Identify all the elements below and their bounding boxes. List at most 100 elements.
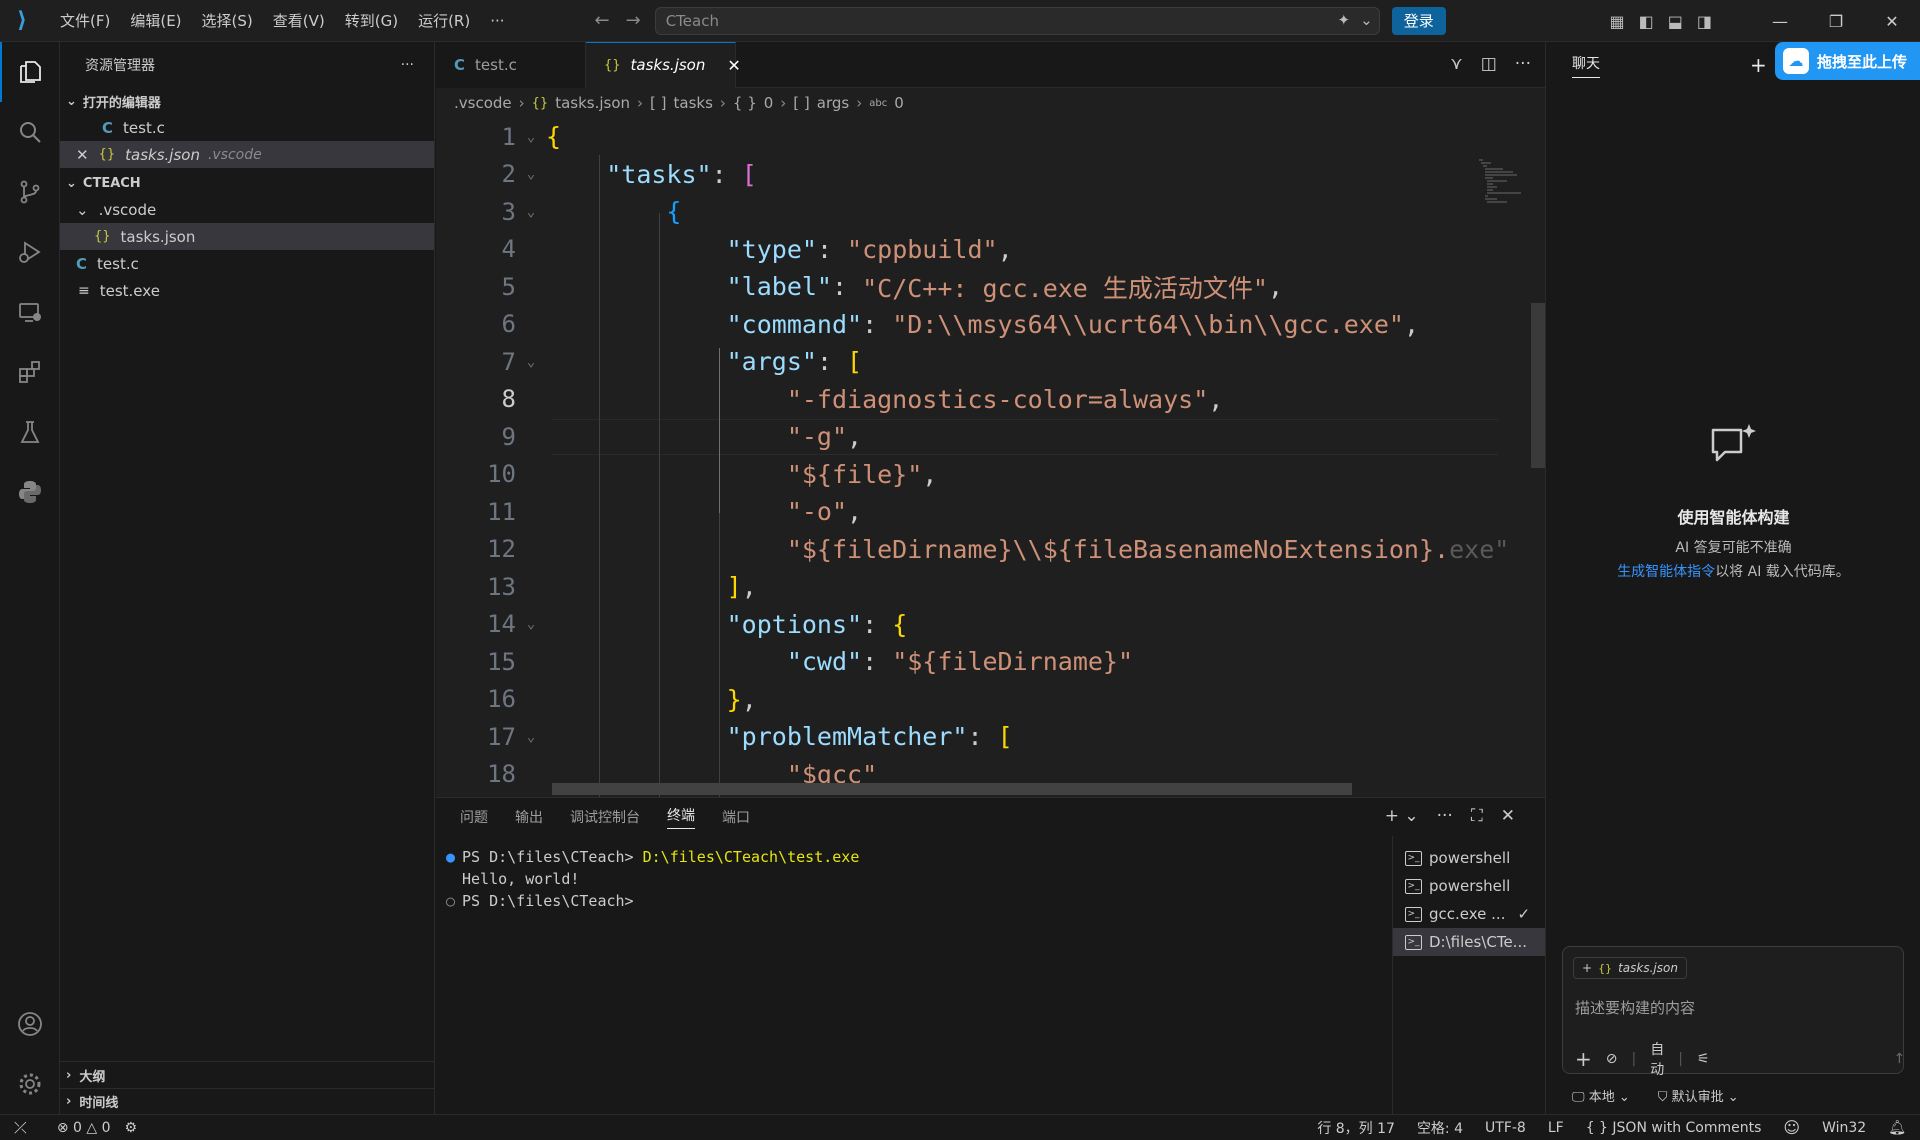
menu-run[interactable]: 运行(R) bbox=[408, 0, 480, 42]
tab-output[interactable]: 输出 bbox=[515, 807, 543, 827]
approval-picker[interactable]: ⛉ 默认审批 ⌄ bbox=[1658, 1086, 1739, 1105]
command-center-search[interactable]: CTeach ✦ ⌄ bbox=[654, 6, 1380, 35]
open-editors-section[interactable]: ⌄ 打开的编辑器 bbox=[60, 88, 434, 114]
accounts-icon[interactable] bbox=[0, 994, 60, 1054]
toggle-primary-sidebar-icon[interactable]: ◧ bbox=[1639, 12, 1654, 31]
breadcrumb-item[interactable]: args bbox=[817, 94, 849, 112]
settings-gear-icon[interactable] bbox=[0, 1054, 60, 1114]
terminal-item[interactable]: >_ gcc.exe ... ✓ bbox=[1393, 900, 1545, 928]
more-actions-icon[interactable]: ··· bbox=[1437, 806, 1453, 826]
back-arrow-icon[interactable]: ← bbox=[595, 10, 610, 31]
compare-icon[interactable]: ⋎ bbox=[1450, 54, 1462, 74]
tree-file-test-exe[interactable]: ≡ test.exe bbox=[60, 277, 434, 304]
cursor-position[interactable]: 行 8，列 17 bbox=[1317, 1118, 1395, 1138]
tab-tasks-json[interactable]: {} tasks.json ✕ bbox=[586, 42, 741, 88]
terminal-item[interactable]: >_ powershell bbox=[1393, 844, 1545, 872]
split-editor-icon[interactable]: ◫ bbox=[1481, 54, 1497, 74]
breadcrumb-item[interactable]: tasks bbox=[674, 94, 713, 112]
run-debug-icon[interactable] bbox=[0, 222, 60, 282]
terminal-item[interactable]: >_ D:\files\CTe... bbox=[1393, 928, 1545, 956]
tools-icon[interactable]: ⊘ bbox=[1606, 1051, 1618, 1067]
context-chip[interactable]: + {} tasks.json bbox=[1573, 957, 1687, 979]
generate-instructions-link[interactable]: 生成智能体指令 bbox=[1617, 564, 1715, 580]
extensions-icon[interactable] bbox=[0, 342, 60, 402]
minimize-icon[interactable]: — bbox=[1752, 12, 1808, 31]
customize-layout-icon[interactable]: ▦ bbox=[1610, 12, 1625, 31]
toggle-panel-icon[interactable]: ⬓ bbox=[1668, 12, 1683, 31]
restore-icon[interactable]: ❐ bbox=[1808, 12, 1864, 31]
add-context-icon[interactable]: + bbox=[1582, 961, 1592, 975]
python-icon[interactable] bbox=[0, 462, 60, 522]
add-icon[interactable]: + bbox=[1575, 1047, 1592, 1071]
more-actions-icon[interactable]: ··· bbox=[401, 57, 414, 73]
close-icon[interactable]: ✕ bbox=[76, 146, 89, 164]
code-editor[interactable]: 1 ⌄{ 2 ⌄ "tasks": [ 3 ⌄ { 4 "type": "cppbui… bbox=[436, 118, 1545, 797]
notifications-bell-icon[interactable]: 🔔︎ bbox=[1888, 1120, 1906, 1136]
fold-chevron-icon[interactable]: ⌄ bbox=[516, 204, 546, 220]
open-editor-item[interactable]: C test.c bbox=[60, 114, 434, 141]
testing-flask-icon[interactable] bbox=[0, 402, 60, 462]
fold-chevron-icon[interactable]: ⌄ bbox=[516, 354, 546, 370]
upload-drop-target[interactable]: ☁ 拖拽至此上传 bbox=[1775, 42, 1920, 80]
toggle-secondary-sidebar-icon[interactable]: ◨ bbox=[1697, 12, 1712, 31]
new-terminal-icon[interactable]: + ⌄ bbox=[1385, 806, 1419, 826]
source-control-icon[interactable] bbox=[0, 162, 60, 222]
chat-sparkle-icon[interactable]: ✦ bbox=[1338, 11, 1351, 29]
breadcrumb-item[interactable]: 0 bbox=[894, 94, 904, 112]
close-panel-icon[interactable]: ✕ bbox=[1501, 806, 1515, 826]
settings-sliders-icon[interactable]: ⚟ bbox=[1697, 1051, 1710, 1067]
login-button[interactable]: 登录 bbox=[1391, 6, 1446, 35]
command-success-dot-icon[interactable]: ● bbox=[446, 846, 462, 868]
menu-more[interactable]: ··· bbox=[480, 0, 514, 42]
chat-input-placeholder[interactable]: 描述要构建的内容 bbox=[1575, 997, 1695, 1018]
forward-arrow-icon[interactable]: → bbox=[626, 10, 641, 31]
chat-input-box[interactable]: + {} tasks.json 描述要构建的内容 + ⊘ | 自动 | ⚟ ↑ bbox=[1562, 946, 1906, 1078]
fold-chevron-icon[interactable]: ⌄ bbox=[516, 166, 546, 182]
tree-file-tasks-json[interactable]: {} tasks.json bbox=[60, 223, 434, 250]
menu-selection[interactable]: 选择(S) bbox=[192, 0, 263, 42]
menu-go[interactable]: 转到(G) bbox=[335, 0, 408, 42]
indentation[interactable]: 空格: 4 bbox=[1417, 1118, 1463, 1138]
tab-problems[interactable]: 问题 bbox=[460, 807, 488, 827]
copilot-icon[interactable]: ☺ bbox=[1783, 1118, 1800, 1137]
location-picker[interactable]: 🖵 本地 ⌄ bbox=[1572, 1086, 1630, 1105]
command-pending-dot-icon[interactable]: ○ bbox=[446, 890, 462, 912]
debug-icon[interactable]: ⚙ bbox=[125, 1120, 138, 1136]
open-editor-item[interactable]: ✕ {} tasks.json .vscode bbox=[60, 141, 434, 168]
menu-view[interactable]: 查看(V) bbox=[263, 0, 335, 42]
timeline-section[interactable]: › 时间线 bbox=[60, 1088, 435, 1114]
terminal-item[interactable]: >_ powershell bbox=[1393, 872, 1545, 900]
tree-folder-vscode[interactable]: ⌄ .vscode bbox=[60, 196, 434, 223]
remote-indicator-icon[interactable]: ⤫ bbox=[14, 1118, 27, 1138]
send-arrow-icon[interactable]: ↑ bbox=[1894, 1051, 1906, 1067]
breadcrumb-item[interactable]: .vscode bbox=[454, 94, 512, 112]
breadcrumb-item[interactable]: tasks.json bbox=[555, 94, 630, 112]
outline-section[interactable]: › 大纲 bbox=[60, 1062, 435, 1088]
menu-edit[interactable]: 编辑(E) bbox=[120, 0, 191, 42]
fold-chevron-icon[interactable]: ⌄ bbox=[516, 129, 546, 145]
search-icon[interactable] bbox=[0, 102, 60, 162]
menu-file[interactable]: 文件(F) bbox=[50, 0, 120, 42]
problems-status[interactable]: ⊗ 0 △ 0 bbox=[57, 1120, 111, 1136]
tab-ports[interactable]: 端口 bbox=[722, 807, 750, 827]
chat-title[interactable]: 聊天 bbox=[1572, 53, 1600, 78]
tree-file-test-c[interactable]: C test.c bbox=[60, 250, 434, 277]
tab-test-c[interactable]: C test.c bbox=[436, 42, 586, 88]
breadcrumb-item[interactable]: 0 bbox=[764, 94, 774, 112]
project-section[interactable]: ⌄ CTEACH bbox=[60, 170, 434, 196]
encoding[interactable]: UTF-8 bbox=[1485, 1120, 1526, 1136]
tab-debug-console[interactable]: 调试控制台 bbox=[570, 807, 640, 827]
chevron-down-icon[interactable]: ⌄ bbox=[1360, 11, 1373, 29]
tab-terminal[interactable]: 终端 bbox=[667, 805, 695, 829]
terminal-output[interactable]: ● PS D:\files\CTeach> D:\files\CTeach\tes… bbox=[446, 846, 859, 912]
vertical-scrollbar[interactable] bbox=[1531, 118, 1545, 797]
language-mode[interactable]: { } JSON with Comments bbox=[1586, 1120, 1762, 1136]
fold-chevron-icon[interactable]: ⌄ bbox=[516, 616, 546, 632]
close-tab-icon[interactable]: ✕ bbox=[727, 56, 740, 75]
horizontal-scrollbar[interactable] bbox=[552, 783, 1352, 795]
fold-chevron-icon[interactable]: ⌄ bbox=[516, 729, 546, 745]
more-actions-icon[interactable]: ··· bbox=[1515, 54, 1531, 74]
platform[interactable]: Win32 bbox=[1822, 1120, 1866, 1136]
minimap[interactable] bbox=[1477, 158, 1527, 208]
scrollbar-thumb[interactable] bbox=[1531, 303, 1545, 468]
